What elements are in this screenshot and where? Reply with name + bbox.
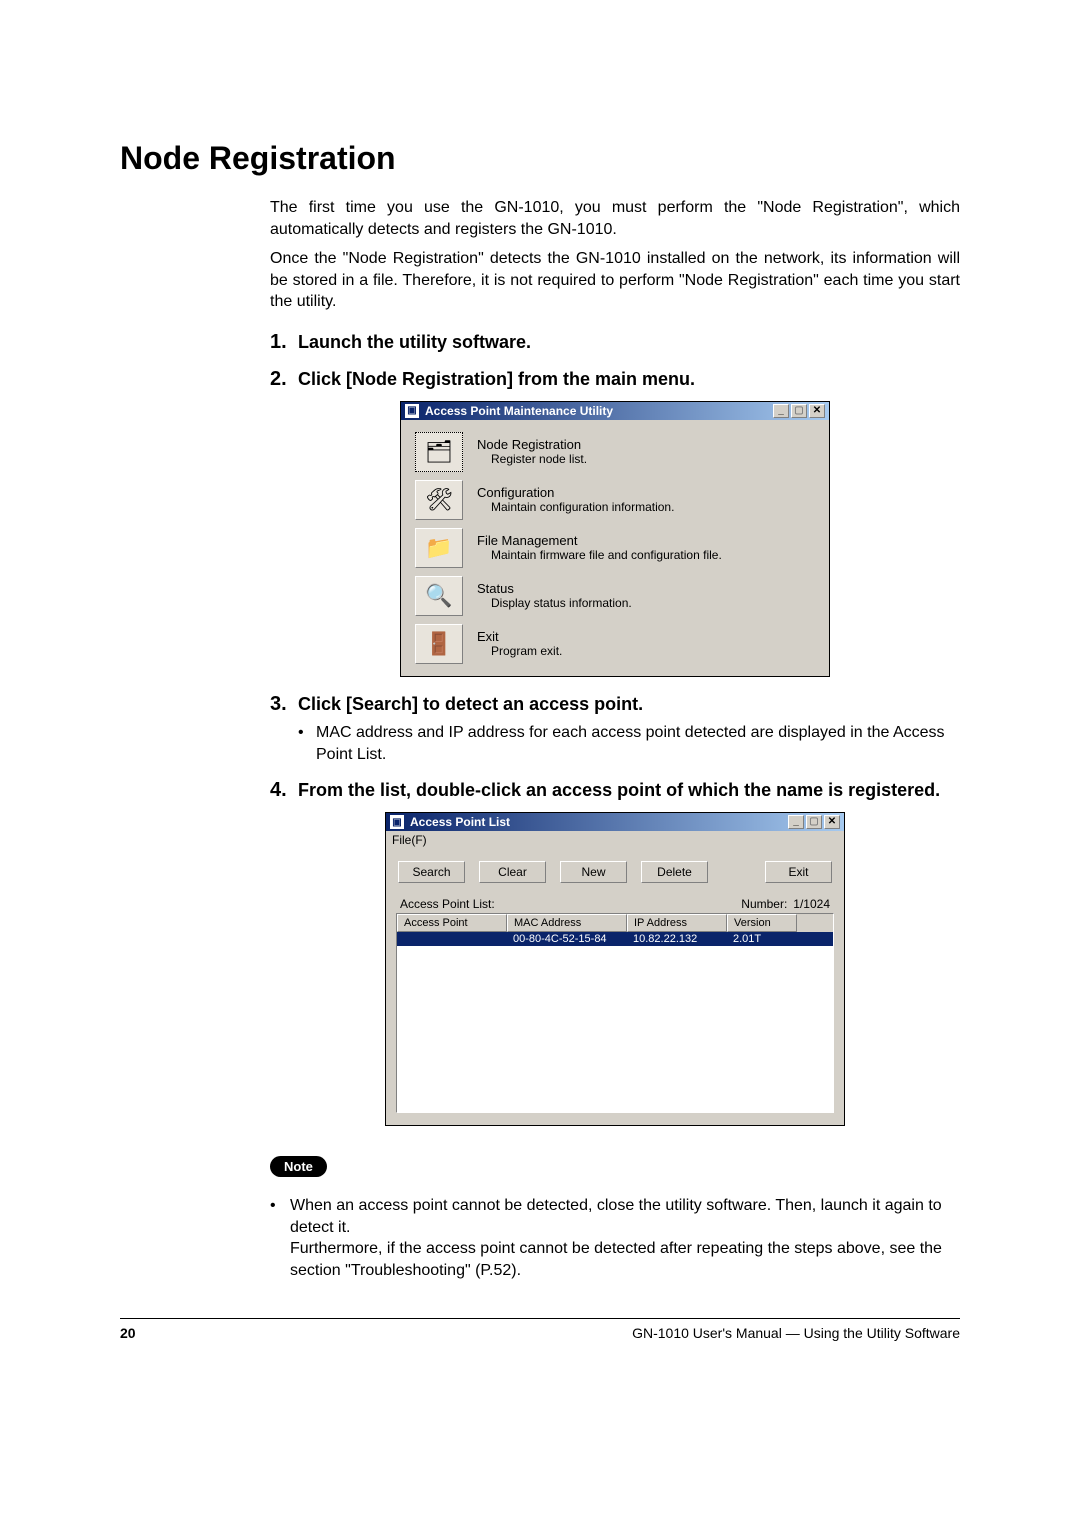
menu-status[interactable]: 🔍 Status Display status information.: [409, 572, 821, 620]
step-1-title: Launch the utility software.: [298, 331, 531, 354]
cell-version: 2.01T: [727, 932, 797, 946]
menu-item-label: File Management: [477, 533, 722, 548]
menu-item-label: Status: [477, 581, 632, 596]
utility-titlebar: ▣ Access Point Maintenance Utility _ ▢ ✕: [401, 402, 829, 420]
close-button[interactable]: ✕: [824, 815, 840, 829]
cell-ip: 10.82.22.132: [627, 932, 727, 946]
menu-exit[interactable]: 🚪 Exit Program exit.: [409, 620, 821, 668]
section-heading: Node Registration: [120, 140, 960, 177]
step-3-bullet: MAC address and IP address for each acce…: [298, 722, 960, 765]
app-icon: ▣: [390, 815, 404, 829]
minimize-button[interactable]: _: [773, 404, 789, 418]
list-label: Access Point List:: [400, 897, 495, 911]
minimize-button[interactable]: _: [788, 815, 804, 829]
app-icon: ▣: [405, 404, 419, 418]
step-2-number: 2.: [270, 368, 292, 391]
menu-item-sub: Program exit.: [477, 644, 562, 658]
search-button[interactable]: Search: [398, 861, 465, 883]
steps-list: 1. Launch the utility software. 2. Click…: [270, 331, 960, 1126]
number-label: Number:: [741, 897, 787, 911]
body-region: The first time you use the GN-1010, you …: [270, 197, 960, 1282]
menu-item-label: Configuration: [477, 485, 674, 500]
cell-mac: 00-80-4C-52-15-84: [507, 932, 627, 946]
menu-node-registration[interactable]: 🗂 Node Registration Register node list.: [409, 428, 821, 476]
file-menu[interactable]: File(F): [392, 833, 427, 847]
list-header: Access Point MAC Address IP Address Vers…: [397, 914, 833, 932]
exit-icon: 🚪: [415, 624, 463, 664]
col-ip[interactable]: IP Address: [627, 914, 727, 932]
maximize-button[interactable]: ▢: [791, 404, 807, 418]
step-4-number: 4.: [270, 779, 292, 802]
aplist-window: ▣ Access Point List _ ▢ ✕ File(F) Search…: [385, 812, 845, 1126]
new-button[interactable]: New: [560, 861, 627, 883]
aplist-window-title: Access Point List: [410, 815, 510, 829]
step-1-number: 1.: [270, 331, 292, 354]
close-button[interactable]: ✕: [809, 404, 825, 418]
note-badge: Note: [270, 1156, 327, 1177]
menu-item-sub: Maintain configuration information.: [477, 500, 674, 514]
col-mac[interactable]: MAC Address: [507, 914, 627, 932]
menu-item-label: Node Registration: [477, 437, 587, 452]
intro-para-1: The first time you use the GN-1010, you …: [270, 197, 960, 240]
menu-item-sub: Register node list.: [477, 452, 587, 466]
node-reg-icon: 🗂: [415, 432, 463, 472]
access-point-listbox[interactable]: Access Point MAC Address IP Address Vers…: [396, 913, 834, 1113]
step-3-number: 3.: [270, 693, 292, 716]
page-number: 20: [120, 1325, 136, 1341]
utility-window: ▣ Access Point Maintenance Utility _ ▢ ✕…: [400, 401, 830, 677]
exit-button[interactable]: Exit: [765, 861, 832, 883]
table-row[interactable]: 00-80-4C-52-15-84 10.82.22.132 2.01T: [397, 932, 833, 946]
step-2-title: Click [Node Registration] from the main …: [298, 368, 695, 391]
cell-ap: [397, 932, 507, 946]
filemgmt-icon: 📁: [415, 528, 463, 568]
utility-window-title: Access Point Maintenance Utility: [425, 404, 613, 418]
menubar: File(F): [386, 831, 844, 849]
number-value: 1/1024: [793, 897, 830, 911]
note-item: When an access point cannot be detected,…: [270, 1195, 960, 1281]
note-text-1: When an access point cannot be detected,…: [290, 1197, 942, 1236]
page-footer: 20 GN-1010 User's Manual — Using the Uti…: [120, 1318, 960, 1341]
menu-file-management[interactable]: 📁 File Management Maintain firmware file…: [409, 524, 821, 572]
intro-para-2: Once the "Node Registration" detects the…: [270, 248, 960, 313]
step-3-title: Click [Search] to detect an access point…: [298, 693, 643, 716]
maximize-button[interactable]: ▢: [806, 815, 822, 829]
step-4-title: From the list, double-click an access po…: [298, 779, 940, 802]
menu-item-sub: Display status information.: [477, 596, 632, 610]
delete-button[interactable]: Delete: [641, 861, 708, 883]
status-icon: 🔍: [415, 576, 463, 616]
config-icon: 🛠: [415, 480, 463, 520]
clear-button[interactable]: Clear: [479, 861, 546, 883]
menu-item-sub: Maintain firmware file and configuration…: [477, 548, 722, 562]
menu-configuration[interactable]: 🛠 Configuration Maintain configuration i…: [409, 476, 821, 524]
note-text-2: Furthermore, if the access point cannot …: [290, 1240, 942, 1279]
menu-item-label: Exit: [477, 629, 562, 644]
col-access-point[interactable]: Access Point: [397, 914, 507, 932]
col-version[interactable]: Version: [727, 914, 797, 932]
aplist-titlebar: ▣ Access Point List _ ▢ ✕: [386, 813, 844, 831]
footer-text: GN-1010 User's Manual — Using the Utilit…: [632, 1325, 960, 1341]
